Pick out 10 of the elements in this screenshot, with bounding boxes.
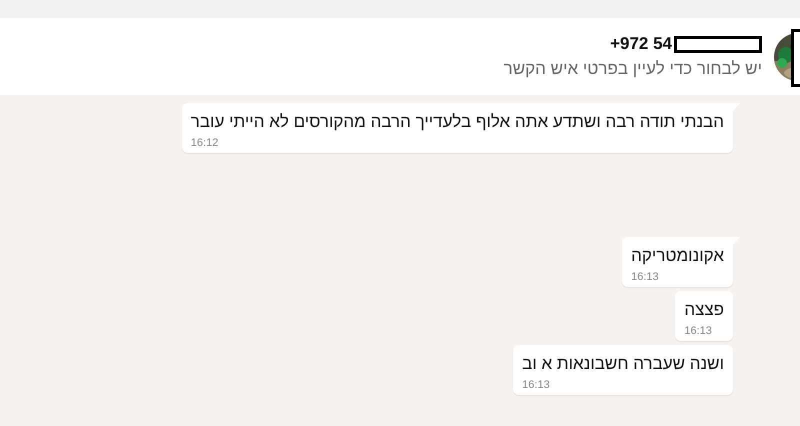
message-time: 16:13 xyxy=(631,271,660,283)
message-time: 16:13 xyxy=(522,379,551,391)
message-time: 16:13 xyxy=(684,325,713,337)
contact-subtitle: יש לבחור כדי לעיין בפרטי איש הקשר xyxy=(504,59,762,79)
message-text: הבנתי תודה רבה ושתדע אתה אלוף בלעדייך הרבה מהקורסים לא הייתי עובר xyxy=(190,111,724,133)
contact-name: +972 54 xyxy=(610,34,672,53)
message-text: ושנה שעברה חשבונאות א וב xyxy=(522,353,724,375)
message-time: 16:12 xyxy=(190,137,220,149)
message-text: פצצה xyxy=(684,299,724,321)
message-text: אקונומטריקה xyxy=(631,245,724,267)
